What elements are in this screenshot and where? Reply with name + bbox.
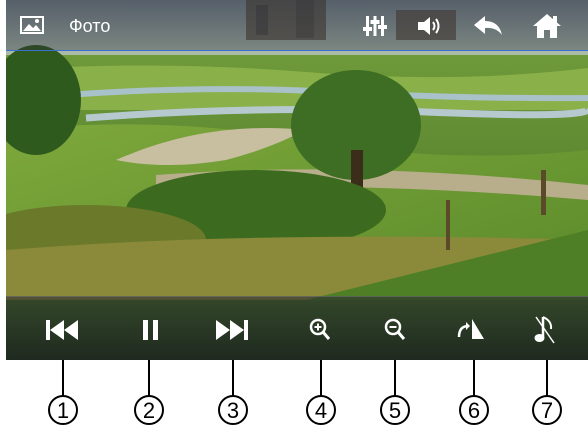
callout-6: 6 — [459, 395, 489, 425]
page-title: Фото — [69, 16, 111, 36]
callout-line-1 — [62, 360, 64, 397]
rotate-button[interactable] — [453, 317, 489, 343]
pause-icon — [143, 320, 158, 340]
previous-button[interactable] — [44, 317, 80, 343]
callout-4: 4 — [306, 395, 336, 425]
callout-1: 1 — [48, 395, 78, 425]
music-note-icon — [534, 316, 555, 344]
callout-line-2 — [148, 360, 150, 397]
zoom-in-icon — [309, 318, 331, 340]
home-icon[interactable] — [532, 14, 562, 38]
callout-legend: 1 2 3 4 5 6 7 — [0, 360, 588, 430]
next-button[interactable] — [214, 317, 250, 343]
zoom-out-button[interactable] — [377, 317, 413, 343]
callout-line-6 — [473, 360, 475, 397]
callout-2: 2 — [134, 395, 164, 425]
pause-button[interactable] — [133, 317, 169, 343]
zoom-out-icon — [384, 318, 406, 340]
music-button[interactable] — [527, 316, 563, 344]
photo-viewer-screen: Фото — [6, 0, 588, 360]
equalizer-icon[interactable] — [362, 14, 388, 38]
callout-line-3 — [232, 360, 234, 397]
callout-7: 7 — [532, 395, 562, 425]
callout-line-4 — [320, 360, 322, 397]
volume-icon[interactable] — [416, 14, 444, 38]
rotate-icon — [457, 319, 484, 339]
zoom-in-button[interactable] — [302, 317, 338, 343]
top-bar: Фото — [6, 0, 588, 51]
skip-forward-icon — [216, 320, 248, 340]
back-icon[interactable] — [472, 14, 504, 38]
callout-3: 3 — [218, 395, 248, 425]
callout-line-5 — [394, 360, 396, 397]
image-icon — [20, 16, 44, 34]
callout-line-7 — [546, 360, 548, 397]
skip-back-icon — [46, 320, 78, 340]
callout-5: 5 — [380, 395, 410, 425]
control-bar — [6, 296, 588, 360]
